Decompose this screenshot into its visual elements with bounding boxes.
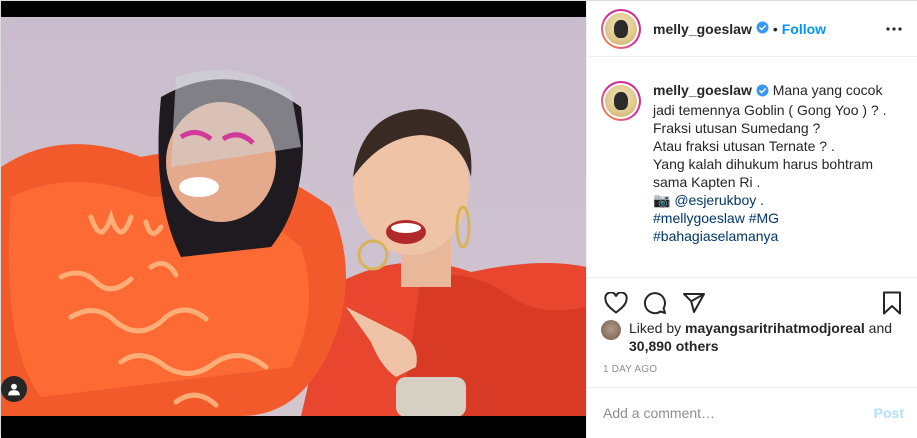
bookmark-icon[interactable] bbox=[878, 289, 906, 317]
caption-line: sama Kapten Ri . bbox=[653, 174, 761, 190]
comment-input[interactable] bbox=[603, 405, 874, 421]
liker-username[interactable]: mayangsaritrihatmodjoreal bbox=[685, 320, 865, 336]
post-timestamp[interactable]: 1 day ago bbox=[603, 364, 657, 375]
hashtag-link[interactable]: #bahagiaselamanya bbox=[653, 228, 778, 244]
separator-dot: • bbox=[772, 20, 778, 37]
post-side-panel: melly_goeslaw • Follow melly_goeslaw Man… bbox=[586, 1, 917, 438]
post-media bbox=[1, 1, 586, 438]
post-photo[interactable] bbox=[1, 17, 586, 416]
heart-icon[interactable] bbox=[602, 289, 630, 317]
caption-line: Atau fraksi utusan Ternate ? . bbox=[653, 138, 835, 154]
verified-badge-icon bbox=[756, 21, 769, 37]
camera-emoji: 📷 bbox=[653, 192, 671, 208]
follow-button[interactable]: Follow bbox=[782, 21, 826, 37]
verified-badge-icon bbox=[756, 83, 769, 101]
liker-avatar[interactable] bbox=[601, 320, 621, 340]
likes-count[interactable]: 30,890 others bbox=[629, 338, 719, 354]
caption-text: melly_goeslaw Mana yang cocok jadi temen… bbox=[653, 81, 901, 245]
more-options-icon[interactable] bbox=[882, 17, 906, 41]
likes-conj: and bbox=[864, 320, 893, 336]
caption-username[interactable]: melly_goeslaw bbox=[653, 82, 752, 98]
author-username[interactable]: melly_goeslaw bbox=[653, 21, 752, 37]
caption-line: Fraksi utusan Sumedang ? bbox=[653, 120, 821, 136]
share-icon[interactable] bbox=[680, 289, 708, 317]
hashtag-line: #mellygoeslaw #MG bbox=[653, 209, 901, 227]
hashtag-link[interactable]: #MG bbox=[749, 210, 779, 226]
caption-line: Yang kalah dihukum harus bohtram bbox=[653, 156, 873, 172]
comments-list[interactable]: melly_goeslaw Mana yang cocok jadi temen… bbox=[587, 63, 917, 271]
likes-summary: Liked by mayangsaritrihatmodjoreal and 3… bbox=[601, 319, 908, 355]
add-comment-bar: Post bbox=[587, 387, 917, 438]
instagram-post: melly_goeslaw • Follow melly_goeslaw Man… bbox=[0, 0, 917, 438]
likes-prefix: Liked by bbox=[629, 320, 686, 336]
likes-text: Liked by mayangsaritrihatmodjoreal and 3… bbox=[629, 319, 892, 355]
user-tag-button[interactable] bbox=[1, 376, 27, 402]
post-header: melly_goeslaw • Follow bbox=[587, 1, 917, 57]
caption-line: Mana yang cocok bbox=[772, 82, 883, 98]
hashtag-link[interactable]: #mellygoeslaw bbox=[653, 210, 745, 226]
post-comment-button[interactable]: Post bbox=[874, 405, 904, 421]
user-tag-icon bbox=[8, 383, 20, 396]
photo-illustration bbox=[1, 69, 586, 416]
mention-line: 📷 @esjerukboy . bbox=[653, 191, 901, 209]
caption: melly_goeslaw Mana yang cocok jadi temen… bbox=[601, 81, 904, 245]
mention-suffix: . bbox=[756, 192, 765, 208]
comment-icon[interactable] bbox=[641, 289, 669, 317]
action-bar bbox=[587, 277, 917, 319]
author-avatar[interactable] bbox=[601, 8, 641, 49]
caption-line: jadi temennya Goblin ( Gong Yoo ) ? . bbox=[653, 102, 887, 118]
mention-link[interactable]: @esjerukboy bbox=[674, 192, 756, 208]
hashtag-line: #bahagiaselamanya bbox=[653, 227, 901, 245]
caption-avatar[interactable] bbox=[601, 81, 641, 121]
